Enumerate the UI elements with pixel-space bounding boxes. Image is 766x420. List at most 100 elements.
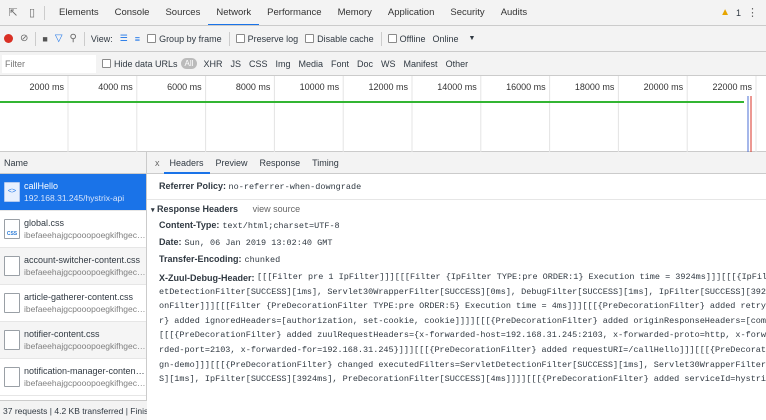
- throttle-select[interactable]: Online ▼: [433, 34, 476, 44]
- offline-toggle[interactable]: Offline: [387, 34, 426, 44]
- checkbox[interactable]: [102, 59, 111, 68]
- zuul-debug-line: onFilter]]][[[Filter {PreDecorationFilte…: [159, 301, 766, 312]
- request-list: callHello 192.168.31.245/hystrix-api globa…: [0, 174, 146, 396]
- request-path: ibefaeehajgcpooopoegkifhgecigeeg/as...: [24, 378, 146, 388]
- record-button[interactable]: [4, 34, 13, 43]
- tab-console[interactable]: Console: [107, 0, 158, 25]
- header-key: Transfer-Encoding:: [159, 254, 242, 264]
- request-row[interactable]: article-gatherer-content.css ibefaeehajgc…: [0, 285, 146, 322]
- group-by-frame-toggle[interactable]: Group by frame: [147, 34, 222, 44]
- timeline-svg: 2000 ms 4000 ms 6000 ms 8000 ms 10000 ms 1200…: [0, 76, 757, 152]
- screenshots-button[interactable]: ■: [42, 34, 47, 44]
- inspect-element-icon[interactable]: ⇱: [7, 7, 19, 19]
- close-icon[interactable]: x: [151, 158, 164, 168]
- detail-tab-response[interactable]: Response: [254, 152, 307, 174]
- timeline-tick-label: 6000 ms: [167, 82, 202, 92]
- checkbox[interactable]: [387, 34, 397, 43]
- search-button[interactable]: ⚲: [70, 33, 77, 44]
- timeline-tick-label: 2000 ms: [29, 82, 64, 92]
- request-row[interactable]: callHello 192.168.31.245/hystrix-api: [0, 174, 146, 211]
- tab-memory[interactable]: Memory: [330, 0, 380, 25]
- filter-input[interactable]: [2, 54, 96, 73]
- request-name: notifier-content.css: [24, 329, 100, 339]
- request-row[interactable]: account-switcher-content.css ibefaeehajgc…: [0, 248, 146, 285]
- file-icon: [4, 256, 20, 276]
- request-row[interactable]: notifier-content.css ibefaeehajgcpooopoeg…: [0, 322, 146, 359]
- clear-button[interactable]: ⊘: [20, 33, 28, 44]
- request-row[interactable]: notification-manager-content.css ibefaeeh…: [0, 359, 146, 396]
- divider: [380, 31, 382, 46]
- record-icon: [4, 34, 13, 43]
- panel-tabs: Elements Console Sources Network Performance…: [51, 0, 535, 25]
- filter-type-xhr[interactable]: XHR: [201, 58, 224, 70]
- list-icon: ☰: [119, 33, 128, 43]
- timeline-tick-label: 20000 ms: [644, 82, 684, 92]
- overview-button[interactable]: ≡: [135, 34, 140, 44]
- hide-data-urls-label: Hide data URLs: [114, 58, 178, 69]
- more-menu-icon[interactable]: ⋮: [747, 6, 758, 19]
- zuul-debug-line: gn-demo]]][[[{PreDecorationFilter} chang…: [159, 359, 766, 370]
- request-text: article-gatherer-content.css ibefaeehajgc…: [24, 291, 146, 315]
- zuul-debug-line: rded-port=2103, x-forwarded-for=192.168.…: [159, 344, 766, 355]
- response-headers-section[interactable]: ▾ Response Headers view source: [147, 199, 766, 217]
- request-text: notifier-content.css ibefaeehajgcpooopoeg…: [24, 328, 146, 352]
- tab-elements[interactable]: Elements: [51, 0, 107, 25]
- timeline-tick-label: 10000 ms: [300, 82, 340, 92]
- tab-security[interactable]: Security: [442, 0, 492, 25]
- filter-type-all[interactable]: All: [180, 58, 198, 69]
- checkbox[interactable]: [305, 34, 315, 43]
- detail-tab-preview[interactable]: Preview: [210, 152, 254, 174]
- response-header-row: Date: Sun, 06 Jan 2019 13:02:40 GMT: [147, 234, 766, 251]
- filter-type-doc[interactable]: Doc: [355, 58, 375, 70]
- filter-type-ws[interactable]: WS: [379, 58, 398, 70]
- filter-type-css[interactable]: CSS: [247, 58, 270, 70]
- request-name: account-switcher-content.css: [24, 255, 141, 265]
- file-icon: [4, 330, 20, 350]
- header-key: Content-Type:: [159, 220, 220, 230]
- divider: [44, 5, 45, 20]
- request-name: article-gatherer-content.css: [24, 292, 134, 302]
- request-text: notification-manager-content.css ibefaeeh…: [24, 365, 146, 389]
- checkbox[interactable]: [235, 34, 245, 43]
- warning-count[interactable]: 1: [736, 8, 741, 18]
- header-value: chunked: [244, 255, 281, 265]
- search-icon: ⚲: [69, 33, 77, 44]
- filter-type-manifest[interactable]: Manifest: [402, 58, 440, 70]
- preserve-log-toggle[interactable]: Preserve log: [235, 34, 298, 44]
- device-toolbar-icon[interactable]: ▯: [26, 7, 38, 19]
- status-bar: 37 requests | 4.2 KB transferred | Finis…: [0, 400, 147, 420]
- tab-performance[interactable]: Performance: [259, 0, 329, 25]
- name-column-header[interactable]: Name: [0, 152, 146, 174]
- detail-tab-timing[interactable]: Timing: [306, 152, 345, 174]
- requests-panel: Name callHello 192.168.31.245/hystrix-api…: [0, 152, 147, 420]
- tab-application[interactable]: Application: [380, 0, 442, 25]
- hide-data-urls-toggle[interactable]: Hide data URLs: [102, 59, 178, 69]
- filter-type-media[interactable]: Media: [297, 58, 326, 70]
- filter-type-other[interactable]: Other: [444, 58, 471, 70]
- tab-network[interactable]: Network: [208, 0, 260, 25]
- filter-type-font[interactable]: Font: [329, 58, 351, 70]
- filter-bar: Hide data URLs All XHR JS CSSImg MediaFont D…: [0, 52, 766, 76]
- css-file-icon: [4, 219, 20, 239]
- zuul-debug-header-value: [[[Filter pre 1 IpFilter]]][[[Filter {Ip…: [147, 270, 766, 387]
- disable-cache-toggle[interactable]: Disable cache: [305, 34, 374, 44]
- filter-type-img[interactable]: Img: [273, 58, 292, 70]
- divider: [83, 31, 85, 46]
- detail-tab-headers[interactable]: Headers: [163, 152, 210, 174]
- timeline-tick-label: 12000 ms: [368, 82, 408, 92]
- filter-toggle-button[interactable]: ▽: [55, 33, 63, 44]
- large-rows-button[interactable]: ☰: [120, 33, 128, 44]
- request-row[interactable]: global.css ibefaeehajgcpooopoegkifhgecige…: [0, 211, 146, 248]
- tab-sources[interactable]: Sources: [157, 0, 208, 25]
- warning-icon[interactable]: ▲: [720, 7, 730, 18]
- filter-type-js[interactable]: JS: [228, 58, 243, 70]
- timeline-overview[interactable]: 2000 ms 4000 ms 6000 ms 8000 ms 10000 ms 1200…: [0, 76, 766, 152]
- timeline-tick-label: 8000 ms: [236, 82, 271, 92]
- view-label: View:: [90, 33, 113, 44]
- clear-icon: ⊘: [20, 33, 29, 44]
- zuul-debug-line: r} added ignoredHeaders=[authorization, …: [159, 315, 766, 326]
- detail-tab-list: Headers Preview Response Timing: [163, 152, 345, 174]
- tab-audits[interactable]: Audits: [493, 0, 535, 25]
- checkbox[interactable]: [147, 34, 157, 43]
- view-source-link[interactable]: view source: [253, 204, 301, 214]
